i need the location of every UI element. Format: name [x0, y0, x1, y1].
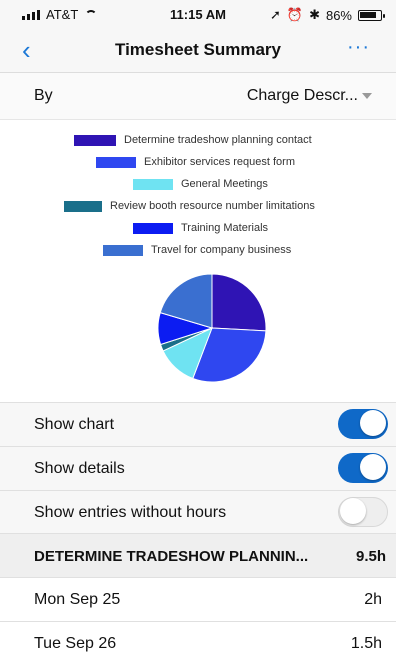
legend-label: General Meetings: [181, 178, 268, 190]
show-details-row: Show details: [0, 446, 396, 491]
show-details-label: Show details: [34, 460, 125, 477]
legend-swatch: [133, 222, 173, 234]
show-chart-toggle[interactable]: [338, 409, 388, 439]
alarm-icon: ⏰: [286, 7, 304, 22]
toggle-knob: [360, 410, 386, 436]
battery-icon: [358, 9, 385, 21]
pie-slice: [211, 273, 267, 332]
entry-date: Mon Sep 25: [34, 591, 121, 608]
section-total: 9.5h: [355, 548, 386, 565]
legend-item: Training Materials: [133, 222, 268, 234]
group-by-row[interactable]: By Charge Descr...: [0, 73, 396, 120]
pie-chart: [157, 273, 267, 383]
show-chart-row: Show chart: [0, 402, 396, 447]
section-title: DETERMINE TRADESHOW PLANNIN...: [34, 548, 309, 565]
location-icon: ➚: [269, 7, 281, 22]
section-header: DETERMINE TRADESHOW PLANNIN... 9.5h: [0, 533, 396, 578]
legend-swatch: [133, 178, 173, 190]
toggle-knob: [360, 454, 386, 480]
show-empty-entries-label: Show entries without hours: [34, 504, 227, 521]
bluetooth-icon: ✱: [309, 7, 320, 22]
status-right: ➚ ⏰ ✱ 86%: [269, 7, 385, 23]
show-empty-entries-row: Show entries without hours: [0, 490, 396, 535]
page-title: Timesheet Summary: [115, 40, 281, 59]
legend-swatch: [64, 200, 102, 212]
toggle-knob: [340, 498, 366, 524]
legend-item: Review booth resource number limitations: [64, 200, 315, 212]
group-by-label: By: [34, 87, 53, 104]
chevron-down-icon: [362, 93, 372, 99]
ellipsis-icon: ···: [347, 36, 370, 58]
entry-hours: 1.5h: [350, 635, 382, 652]
group-by-select[interactable]: Charge Descr...: [247, 87, 358, 105]
legend-item: Determine tradeshow planning contact: [74, 134, 312, 146]
show-chart-label: Show chart: [34, 416, 115, 433]
legend-swatch: [96, 156, 136, 168]
phone-screen: AT&T 11:15 AM ➚ ⏰ ✱ 86% ‹ Timesheet Summ…: [0, 0, 396, 662]
show-empty-entries-toggle[interactable]: [338, 497, 388, 527]
entry-date: Tue Sep 26: [34, 635, 117, 652]
legend-label: Review booth resource number limitations: [110, 200, 315, 212]
legend-swatch: [74, 134, 116, 146]
entry-hours: 2h: [364, 591, 382, 608]
legend-label: Training Materials: [181, 222, 269, 234]
battery-percent: 86%: [325, 7, 352, 23]
legend-swatch: [103, 244, 143, 256]
show-details-toggle[interactable]: [338, 453, 388, 483]
list-item[interactable]: Mon Sep 25 2h: [0, 577, 396, 622]
legend-item: General Meetings: [133, 178, 268, 190]
legend-label: Exhibitor services request form: [144, 156, 295, 168]
chart-area: Determine tradeshow planning contact Exhi…: [0, 120, 396, 402]
legend-label: Travel for company business: [151, 244, 292, 256]
legend-item: Exhibitor services request form: [96, 156, 295, 168]
status-bar: AT&T 11:15 AM ➚ ⏰ ✱ 86%: [0, 0, 396, 28]
legend-item: Travel for company business: [103, 244, 291, 256]
list-item[interactable]: Tue Sep 26 1.5h: [0, 621, 396, 662]
nav-bar: ‹ Timesheet Summary ···: [0, 28, 396, 73]
legend-label: Determine tradeshow planning contact: [124, 134, 312, 146]
more-button[interactable]: ···: [347, 36, 370, 59]
